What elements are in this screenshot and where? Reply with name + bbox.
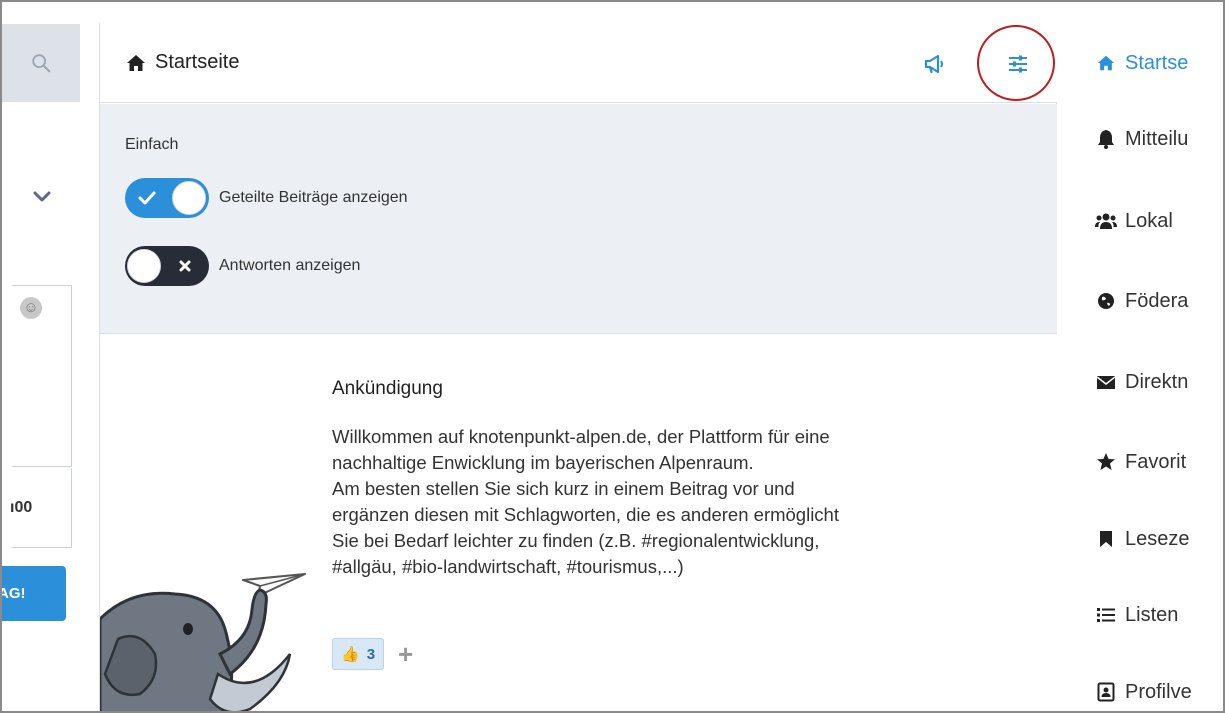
reaction-thumbs-up[interactable]: 👍 3 — [332, 638, 385, 670]
nav-item-notifications[interactable]: Mitteilu — [1095, 124, 1188, 154]
column-header: Startseite — [100, 23, 1057, 103]
nav-item-label: Listen — [1125, 603, 1179, 626]
list-icon — [1095, 604, 1117, 626]
search-icon — [32, 54, 51, 73]
reaction-count: 3 — [366, 645, 376, 663]
bookmark-icon — [1095, 528, 1117, 550]
announcement-line: ergänzen diesen mit Schlagworten, die es… — [332, 504, 839, 525]
nav-item-label: Lokal — [1125, 209, 1173, 232]
announcements-button[interactable] — [920, 49, 950, 79]
check-icon — [138, 178, 156, 218]
home-icon — [1095, 52, 1117, 74]
reactions-bar: 👍 3 + — [332, 638, 413, 670]
nav-item-home[interactable]: Startse — [1095, 48, 1188, 78]
announcement-line: Am besten stellen Sie sich kurz in einem… — [332, 478, 795, 499]
settings-section-title: Einfach — [125, 136, 179, 153]
home-icon — [127, 55, 145, 71]
envelope-icon — [1095, 371, 1117, 393]
publish-button[interactable]: AG! — [2, 566, 66, 621]
home-column: Startseite Einfach Geteilte Beiträge anz… — [99, 23, 1057, 711]
nav-item-favourites[interactable]: Favorit — [1095, 447, 1186, 477]
nav-item-label: Direktn — [1125, 370, 1189, 393]
announcement-title: Ankündigung — [332, 378, 443, 399]
toggle-knob — [172, 181, 206, 215]
page-title: Startseite — [155, 51, 240, 73]
nav-item-bookmarks[interactable]: Leseze — [1095, 524, 1190, 554]
compose-column: ☺ ı00 AG! — [2, 2, 82, 711]
nav-item-direct-messages[interactable]: Direktn — [1095, 367, 1188, 397]
globe-icon — [1095, 290, 1117, 312]
character-counter-box: ı00 — [10, 468, 72, 548]
add-reaction-button[interactable]: + — [398, 641, 413, 667]
announcement-line: Sie bei Bedarf leichter zu finden (z.B. … — [332, 530, 820, 551]
toggle-row-show-boosts: Geteilte Beiträge anzeigen — [125, 178, 408, 218]
announcement-card: Ankündigung Willkommen auf knotenpunkt-a… — [100, 334, 1057, 711]
announcement-line: nachhaltige Enwicklung im bayerischen Al… — [332, 452, 754, 473]
nav-item-label: Födera — [1125, 289, 1189, 312]
column-settings-panel: Einfach Geteilte Beiträge anzeigen Antwo… — [100, 104, 1057, 334]
show-replies-toggle[interactable] — [125, 246, 209, 286]
app-frame: ☺ ı00 AG! Startseite Einfach Geteilte Be… — [0, 0, 1225, 713]
thumbs-up-icon: 👍 — [341, 646, 360, 663]
emoji-picker-icon[interactable]: ☺ — [20, 297, 42, 319]
mascot-illustration — [100, 573, 306, 711]
character-counter: ı00 — [10, 498, 33, 516]
highlight-circle-annotation — [977, 25, 1055, 101]
publish-button-label: AG! — [0, 585, 26, 602]
show-replies-label: Antworten anzeigen — [219, 257, 361, 274]
chevron-down-icon[interactable] — [2, 172, 82, 222]
nav-item-label: Leseze — [1125, 527, 1190, 550]
nav-item-federated[interactable]: Födera — [1095, 286, 1188, 316]
navigation-panel: Startse Mitteilu Lokal Födera Direktn Fa… — [1080, 2, 1223, 711]
users-icon — [1095, 210, 1117, 232]
toggle-row-show-replies: Antworten anzeigen — [125, 246, 360, 286]
show-boosts-label: Geteilte Beiträge anzeigen — [219, 189, 408, 206]
announcement-line: Willkommen auf knotenpunkt-alpen.de, der… — [332, 426, 830, 447]
search-button[interactable] — [2, 24, 80, 102]
nav-item-local[interactable]: Lokal — [1095, 206, 1173, 236]
close-icon — [178, 246, 192, 286]
address-card-icon — [1095, 681, 1117, 703]
toggle-knob — [127, 249, 161, 283]
show-boosts-toggle[interactable] — [125, 178, 209, 218]
bell-icon — [1095, 128, 1117, 150]
nav-item-label: Favorit — [1125, 450, 1187, 473]
nav-item-label: Profilve — [1125, 680, 1192, 703]
announcement-body: Willkommen auf knotenpunkt-alpen.de, der… — [332, 424, 1032, 580]
megaphone-icon — [924, 54, 943, 74]
nav-item-label: Startse — [1125, 51, 1189, 74]
nav-item-label: Mitteilu — [1125, 127, 1189, 150]
nav-item-profile-directory[interactable]: Profilve — [1095, 677, 1192, 707]
star-icon — [1095, 451, 1117, 473]
nav-item-lists[interactable]: Listen — [1095, 600, 1178, 630]
announcement-line: #allgäu, #bio-landwirtschaft, #tourismus… — [332, 556, 684, 577]
